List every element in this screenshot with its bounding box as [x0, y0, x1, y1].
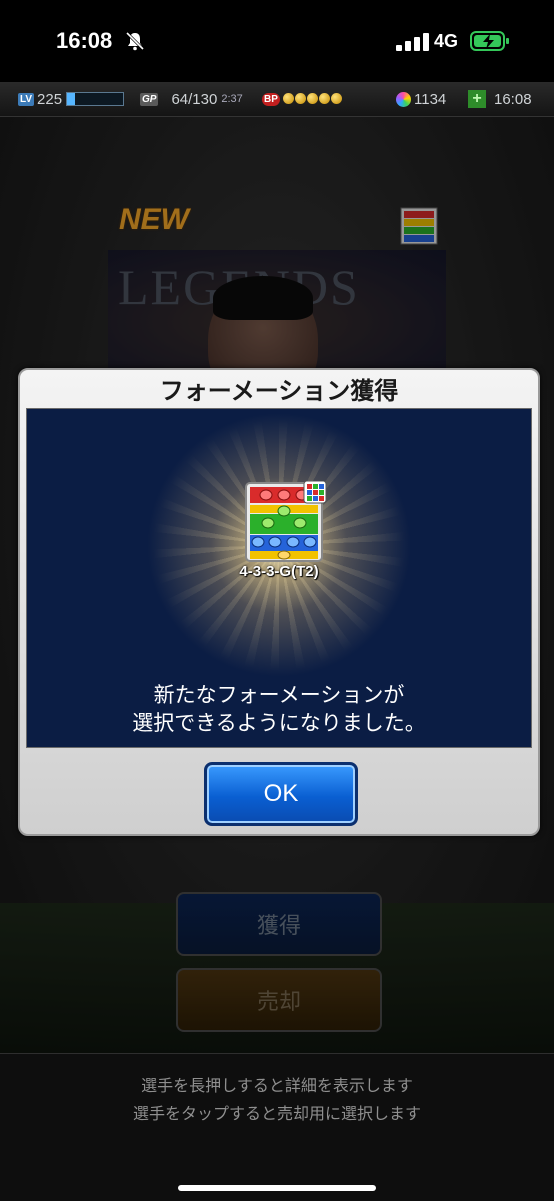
battery-charging-icon [470, 31, 509, 51]
status-time: 16:08 [56, 28, 113, 53]
gp-value: 64/130 [171, 90, 218, 108]
gp-tag: GP [140, 92, 159, 106]
dialog-title: フォーメーション獲得 [159, 377, 399, 405]
message-line-1: 新たなフォーメーションが [153, 683, 405, 707]
signal-icon [396, 33, 429, 51]
bp-tag: BP [262, 92, 280, 106]
bp-coin-icon [330, 92, 342, 104]
silent-bell-icon [125, 31, 145, 51]
level-display: LV 225 [18, 89, 125, 109]
gem-count: 1134 [414, 90, 447, 108]
home-indicator[interactable] [178, 1185, 376, 1191]
bp-coin-icon [306, 92, 318, 104]
formation-name: 4-3-3-G(T2) [239, 563, 319, 580]
bp-coin-icon [294, 92, 306, 104]
bp-coin-icon [318, 92, 330, 104]
lv-tag: LV [18, 92, 35, 106]
network-type: 4G [434, 31, 459, 51]
bp-display: BP [262, 89, 343, 109]
message-line-2: 選択できるようになりました。 [132, 711, 426, 735]
dialog-body: 4-3-3-G(T2) 新たなフォーメーションが 選択できるようになりました。 [26, 408, 532, 748]
hud-clock: 16:08 [494, 90, 532, 108]
bp-coin-icon [282, 92, 294, 104]
gp-timer: 2:37 [221, 93, 243, 105]
hint-bar: 選手を長押しすると詳細を表示します 選手をタップすると売却用に選択します [0, 1053, 554, 1201]
add-gems-button[interactable]: + 16:08 [468, 89, 532, 109]
game-hud: LV 225 GP 64/130 2:37 BP 1134 + 16:08 [0, 82, 554, 117]
status-bar: 16:08 4G [0, 0, 554, 82]
gem-icon [396, 91, 411, 107]
gem-display: 1134 [396, 89, 446, 109]
hint-line-2: 選手をタップすると売却用に選択します [132, 1104, 421, 1123]
plus-icon[interactable]: + [468, 90, 486, 108]
level-progress-bar [66, 92, 125, 106]
formation-acquired-dialog: フォーメーション獲得 4-3-3-G(T2) 新たなフォーメーションが 選択でき… [18, 368, 540, 836]
level-value: 225 [37, 90, 63, 108]
formation-board-icon [245, 481, 327, 562]
ok-button[interactable]: OK [204, 762, 358, 826]
gp-display: GP 64/130 2:37 [140, 89, 243, 109]
bp-coins [282, 91, 343, 108]
hint-line-1: 選手を長押しすると詳細を表示します [141, 1076, 413, 1095]
